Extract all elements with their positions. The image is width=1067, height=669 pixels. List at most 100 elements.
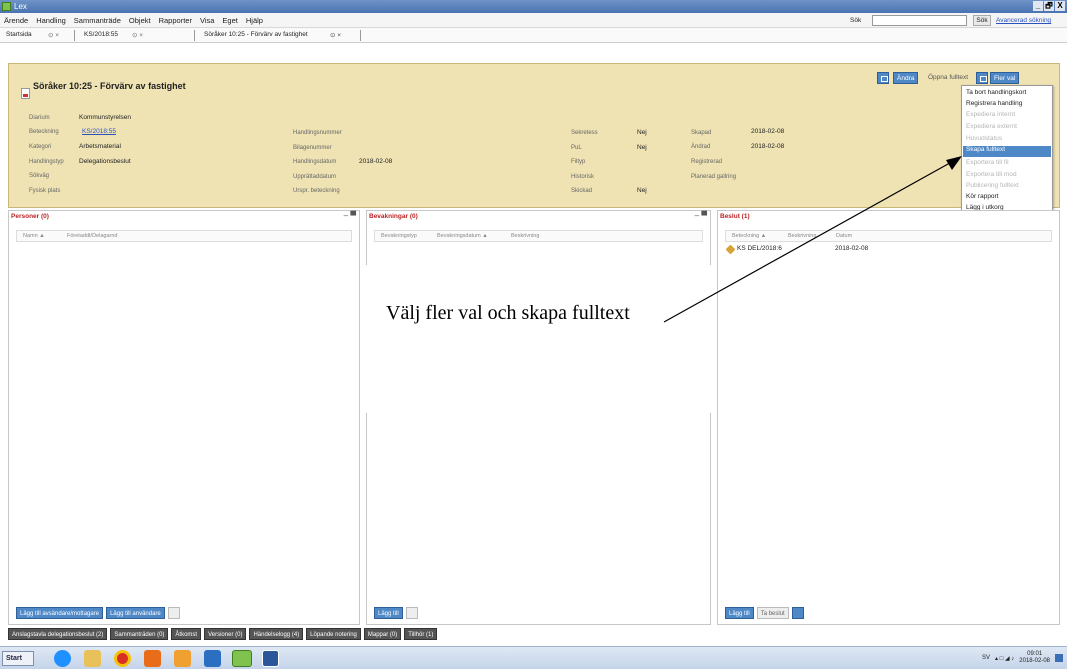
open-fulltext-button[interactable]: Öppna fulltext: [925, 72, 971, 84]
outlook-icon[interactable]: [174, 650, 191, 667]
column-beteckning[interactable]: Beteckning ▲: [732, 233, 766, 239]
persons-export-icon[interactable]: [167, 607, 180, 619]
menu-visa[interactable]: Visa: [200, 16, 214, 25]
menu-hjalp[interactable]: Hjälp: [246, 16, 263, 25]
field-label-filtyp: Filtyp: [571, 159, 586, 165]
dropdown-item-registrera-handling[interactable]: Registrera handling: [966, 100, 1022, 107]
tab-tillhor[interactable]: Tillhör (1): [404, 628, 438, 640]
menu-objekt[interactable]: Objekt: [129, 16, 151, 25]
column-beskrivning[interactable]: Beskrivning: [788, 233, 816, 239]
column-namn[interactable]: Namn ▲: [23, 233, 45, 239]
more-options-icon[interactable]: [976, 72, 988, 84]
field-label-skapad: Skapad: [691, 130, 712, 136]
column-foretag[interactable]: Företaddt/Delagarnd: [67, 233, 117, 239]
close-window-button[interactable]: X: [1055, 1, 1065, 11]
media-icon[interactable]: [144, 650, 161, 667]
column-bevakningstyp[interactable]: Bevakningstyp: [381, 233, 417, 239]
lync-icon[interactable]: [204, 650, 221, 667]
field-label-pul: PuL: [571, 145, 582, 151]
menu-handling[interactable]: Handling: [36, 16, 66, 25]
decisions-panel: Beslut (1) Beteckning ▲ Beskrivning Datu…: [717, 210, 1060, 625]
reminders-panel-window-icon[interactable]: – ▀: [695, 211, 707, 220]
menu-bar: Ärende Handling Sammanträde Objekt Rappo…: [0, 13, 1067, 28]
tab-sammantraden[interactable]: Sammanträden (0): [110, 628, 169, 640]
add-reminder-button[interactable]: Lägg till: [374, 607, 403, 619]
column-beskrivning[interactable]: Beskrivning: [511, 233, 539, 239]
minimize-button[interactable]: _: [1033, 1, 1043, 11]
field-value-andrad: 2018-02-08: [751, 143, 785, 150]
persons-panel-window-icon[interactable]: – ▀: [344, 211, 356, 220]
tab-soraker[interactable]: Söråker 10:25 - Förvärv av fastighet: [204, 31, 308, 38]
folder-icon[interactable]: [84, 650, 101, 667]
app-logo-icon: [2, 2, 11, 11]
advanced-search-link[interactable]: Avancerad sökning: [996, 17, 1051, 24]
tab-startsida[interactable]: Startsida: [6, 31, 32, 38]
reminders-export-icon[interactable]: [405, 607, 418, 619]
tab-atkomst[interactable]: Åtkomst: [171, 628, 202, 640]
column-bevakningsdatum[interactable]: Bevakningsdatum ▲: [437, 233, 488, 239]
field-label-kategori: Kategori: [29, 144, 52, 150]
window-controls: _ 🗗 X: [1033, 1, 1065, 11]
add-sender-receiver-button[interactable]: Lägg till avsändare/mottagare: [16, 607, 104, 619]
tab-anslagstavla[interactable]: Anslagstavla delegationsbeslut (2): [8, 628, 108, 640]
ie-icon[interactable]: [54, 650, 71, 667]
field-label-skickad: Skickad: [571, 188, 593, 194]
field-value-skickad: Nej: [637, 187, 647, 194]
field-label-bilagenummer: Bilagenummer: [293, 145, 332, 151]
tab-ks-2018-55[interactable]: KS/2018:55: [84, 31, 118, 38]
dropdown-item-ta-bort-handlingskort[interactable]: Ta bort handlingskort: [966, 89, 1026, 96]
field-label-handlingsdatum: Handlingsdatum: [293, 159, 337, 165]
tab-ks-close-icon[interactable]: ⊙ ×: [132, 31, 143, 39]
start-button[interactable]: Start: [2, 651, 34, 666]
tab-separator: [74, 30, 75, 41]
edit-button[interactable]: Ändra: [893, 72, 919, 84]
decisions-panel-header: Beslut (1): [718, 211, 1059, 223]
window-title: Lex: [14, 2, 27, 11]
search-button[interactable]: Sök: [973, 15, 991, 26]
dropdown-item-kor-rapport[interactable]: Kör rapport: [966, 193, 999, 200]
dropdown-item-huvudstatus: Huvudstatus: [966, 135, 1003, 142]
tray-icons[interactable]: ▴ □ ◢ ♪: [995, 655, 1014, 662]
tab-mappar[interactable]: Mappar (0): [363, 628, 402, 640]
word-icon[interactable]: [262, 650, 279, 667]
chrome-icon[interactable]: [114, 650, 131, 667]
more-options-button[interactable]: Fler val: [990, 72, 1020, 84]
menu-arende[interactable]: Ärende: [4, 16, 28, 25]
decisions-column-header: Beteckning ▲ Beskrivning Datum: [725, 230, 1052, 242]
system-tray: SV ▴ □ ◢ ♪ 09:01 2018-02-08: [982, 651, 1063, 665]
field-label-andrad: Ändrad: [691, 144, 711, 150]
search-label: Sök: [850, 17, 862, 24]
tab-lopande-notering[interactable]: Löpande notering: [306, 628, 361, 640]
tab-soraker-close-icon[interactable]: ⊙ ×: [330, 31, 341, 39]
lex-icon[interactable]: [232, 650, 252, 667]
field-value-skapad: 2018-02-08: [751, 128, 785, 135]
persons-panel: Personer (0) – ▀ Namn ▲ Företaddt/Delaga…: [8, 210, 360, 625]
annotation-box: [366, 265, 711, 413]
restore-button[interactable]: 🗗: [1044, 1, 1054, 11]
add-user-button[interactable]: Lägg till användare: [106, 607, 165, 619]
show-desktop-icon[interactable]: [1055, 654, 1063, 662]
menu-rapporter[interactable]: Rapporter: [159, 16, 192, 25]
table-row[interactable]: KS DEL/2018:6 2018-02-08: [725, 244, 1055, 255]
menu-eget[interactable]: Eget: [222, 16, 237, 25]
tab-startsida-close-icon[interactable]: ⊙ ×: [48, 31, 59, 39]
dropdown-item-skapa-fulltext[interactable]: Skapa fulltext: [963, 146, 1051, 157]
menu-sammantrade[interactable]: Sammanträde: [74, 16, 121, 25]
language-indicator[interactable]: SV: [982, 655, 990, 661]
dropdown-item-exportera-till-fil: Exportera till fil: [966, 159, 1009, 166]
tab-versioner[interactable]: Versioner (0): [204, 628, 247, 640]
clock[interactable]: 09:01 2018-02-08: [1019, 651, 1050, 665]
take-decision-button[interactable]: Ta beslut: [756, 607, 789, 619]
decisions-export-icon[interactable]: [791, 607, 804, 619]
search-input[interactable]: [872, 15, 967, 26]
field-value-beteckning[interactable]: KS/2018:55: [82, 128, 116, 135]
column-datum[interactable]: Datum: [836, 233, 852, 239]
reminders-panel-title: Bevakningar (0): [369, 213, 418, 220]
reminders-panel-buttons: Lägg till: [374, 607, 418, 619]
tab-handelselogg[interactable]: Händelselogg (4): [249, 628, 304, 640]
refresh-icon[interactable]: [877, 72, 889, 84]
persons-panel-header: Personer (0) – ▀: [9, 211, 359, 223]
add-decision-button[interactable]: Lägg till: [725, 607, 754, 619]
field-label-historisk: Historisk: [571, 174, 595, 180]
document-header: Söråker 10:25 - Förvärv av fastighet Änd…: [8, 63, 1060, 208]
